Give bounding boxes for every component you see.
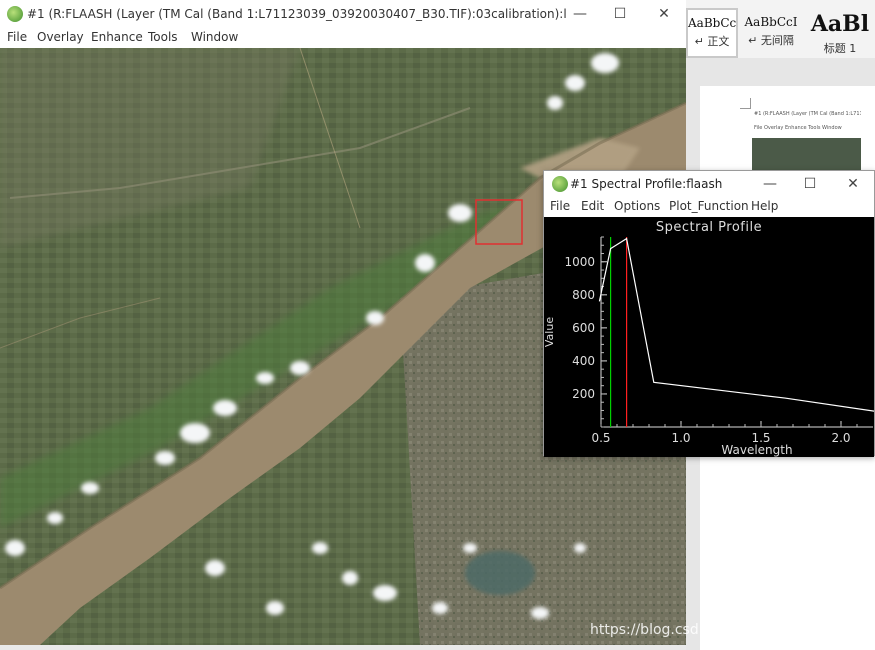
spectral-menu-plot-function[interactable]: Plot_Function — [669, 199, 749, 213]
y-tick-label: 400 — [572, 354, 595, 368]
spectral-menu-edit[interactable]: Edit — [581, 199, 604, 213]
spectral-plot-area[interactable]: Spectral Profile 200 400 600 800 1000 0.5 1.0 1… — [543, 217, 875, 457]
spectral-chart: 20040060080010000.5 1.0 1.5 2.0WavelengthVa… — [543, 236, 875, 457]
style-sample: AaBl — [810, 11, 870, 37]
pasted-screenshot-thumbnail[interactable]: #1 (R:FLAASH (Layer (TM Cal (Band 1:L711… — [752, 110, 861, 170]
spectrum-line — [598, 237, 875, 412]
spectral-window-titlebar[interactable]: #1 Spectral Profile:flaash — ☐ ✕ — [544, 171, 874, 197]
style-sample: AaBbCcI — [744, 15, 798, 29]
style-no-spacing[interactable]: AaBbCcI ↵ 无间隔 — [738, 8, 804, 56]
style-sample: AaBbCcI — [688, 16, 736, 30]
spectral-minimize-button[interactable]: — — [756, 174, 784, 194]
spectral-menu-options[interactable]: Options — [614, 199, 660, 213]
menu-tools[interactable]: Tools — [148, 30, 178, 44]
image-window-titlebar[interactable]: #1 (R:FLAASH (Layer (TM Cal (Band 1:L711… — [0, 0, 686, 28]
style-normal[interactable]: AaBbCcI ↵ 正文 — [686, 8, 738, 58]
word-styles-ribbon: AaBbCcI ↵ 正文 AaBbCcI ↵ 无间隔 AaBl 标题 1 — [686, 0, 875, 59]
spectral-window-menubar: File Edit Options Plot_Function Help — [544, 197, 874, 217]
watermark-text: https://blog.csdn.net/zhaoushibiaoshifu — [590, 622, 866, 638]
menu-overlay[interactable]: Overlay — [37, 30, 84, 44]
x-tick-label: 1.0 — [671, 431, 690, 445]
maximize-button[interactable]: ☐ — [606, 4, 634, 24]
y-tick-label: 600 — [572, 321, 595, 335]
style-caption: ↵ 无间隔 — [748, 34, 794, 47]
spectral-close-button[interactable]: ✕ — [839, 174, 867, 194]
spectral-menu-file[interactable]: File — [550, 199, 570, 213]
x-tick-label: 0.5 — [591, 431, 610, 445]
menu-enhance[interactable]: Enhance — [91, 30, 143, 44]
chart-title: Spectral Profile — [655, 220, 763, 235]
spectral-maximize-button[interactable]: ☐ — [796, 174, 824, 194]
y-tick-label: 1000 — [564, 255, 595, 269]
x-tick-label: 2.0 — [831, 431, 850, 445]
spectral-profile-window: #1 Spectral Profile:flaash — ☐ ✕ File Ed… — [543, 170, 875, 457]
style-heading-1[interactable]: AaBl 标题 1 — [804, 8, 875, 56]
spectral-window-title: #1 Spectral Profile:flaash — [570, 177, 723, 191]
close-button[interactable]: ✕ — [650, 4, 678, 24]
y-axis-label: Value — [544, 317, 556, 347]
thumbnail-menu: File Overlay Enhance Tools Window — [752, 124, 861, 138]
page-corner-mark — [740, 98, 751, 109]
envi-app-icon — [552, 176, 568, 192]
style-caption: ↵ 正文 — [694, 35, 730, 48]
x-axis-label: Wavelength — [721, 443, 792, 457]
menu-window[interactable]: Window — [191, 30, 238, 44]
menu-file[interactable]: File — [7, 30, 27, 44]
style-caption: 标题 1 — [823, 42, 857, 55]
y-tick-label: 200 — [572, 387, 595, 401]
envi-app-icon — [7, 6, 23, 22]
image-window-title: #1 (R:FLAASH (Layer (TM Cal (Band 1:L711… — [27, 7, 567, 21]
minimize-button[interactable]: — — [566, 4, 594, 24]
y-tick-label: 800 — [572, 288, 595, 302]
spectral-menu-help[interactable]: Help — [751, 199, 778, 213]
image-window-menubar: File Overlay Enhance Tools Window — [0, 28, 686, 48]
thumbnail-title: #1 (R:FLAASH (Layer (TM Cal (Band 1:L711… — [752, 110, 861, 124]
